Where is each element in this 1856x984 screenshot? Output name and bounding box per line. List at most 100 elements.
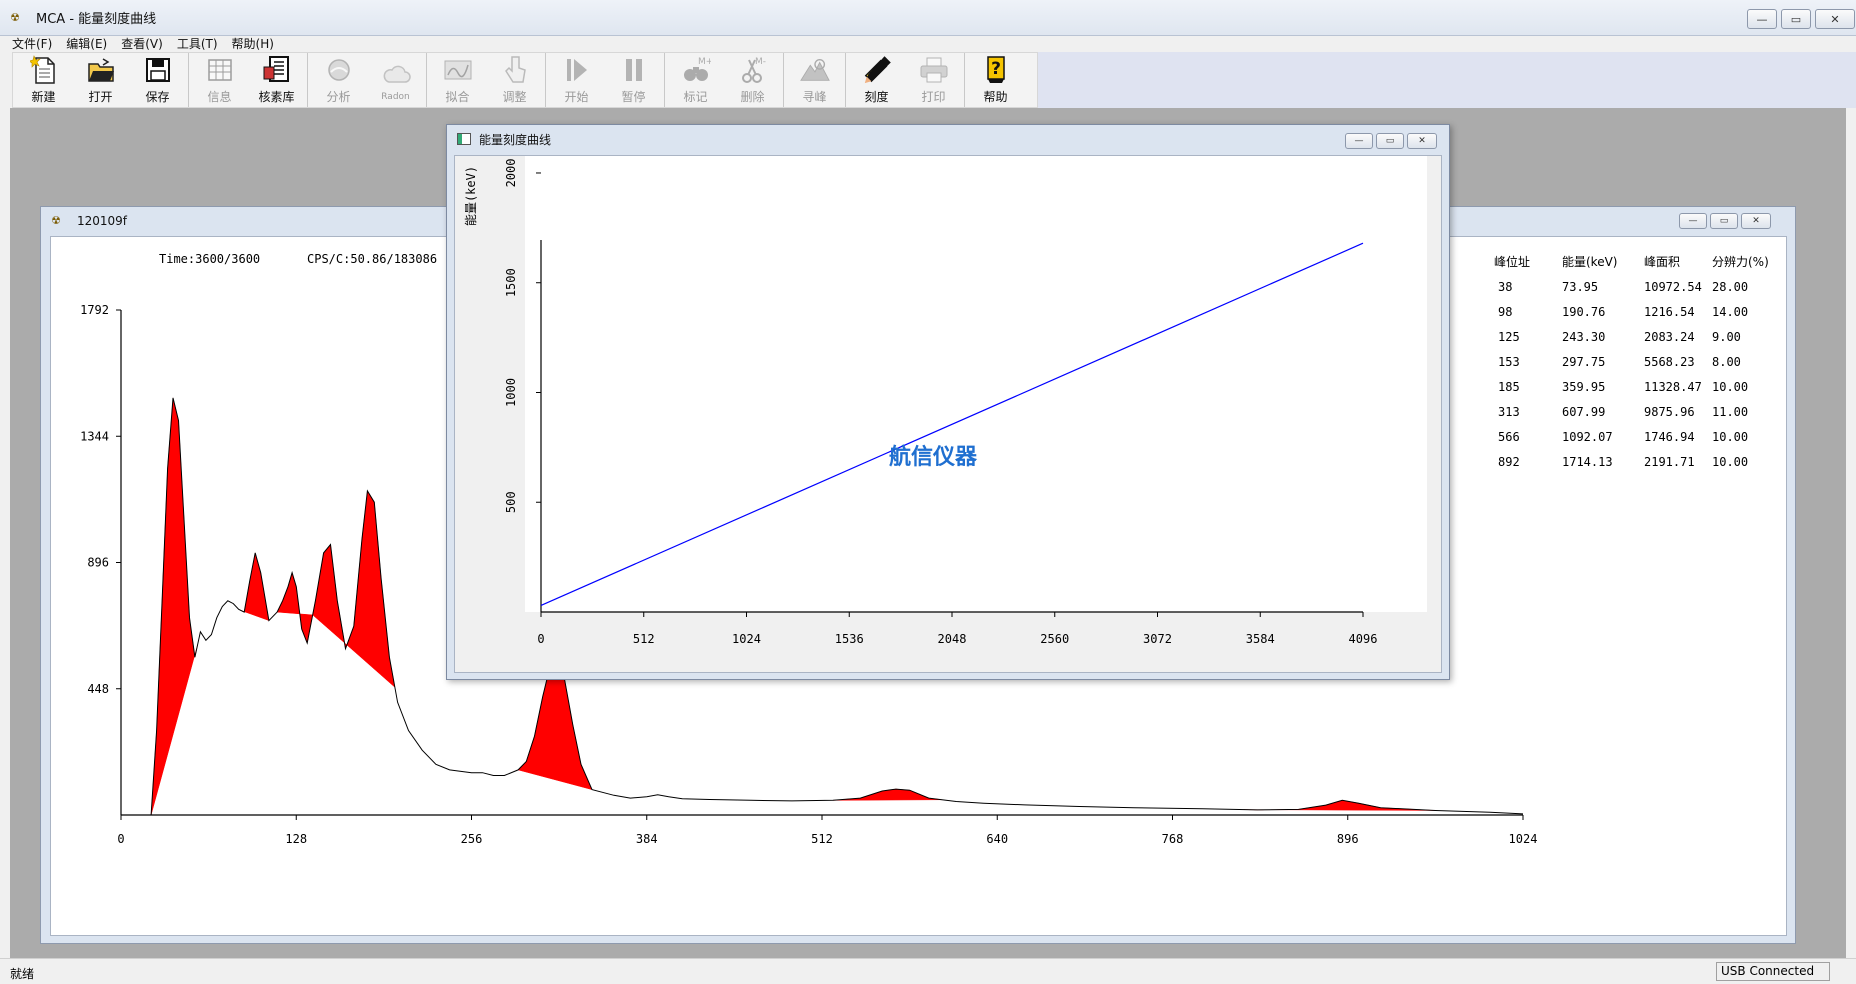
calib-x-tick-label: 0 — [537, 632, 544, 646]
table-row[interactable]: 38 73.95 10972.54 28.00 — [1494, 274, 1782, 299]
cell-energy: 190.76 — [1562, 304, 1606, 319]
toolbar: 新建 打开 保存 信息 核素库 分析 Radon 拟合 调整 开始 暂停 M+ … — [12, 52, 1038, 108]
table-row[interactable]: 98 190.76 1216.54 14.00 — [1494, 299, 1782, 324]
cell-area: 5568.23 — [1644, 354, 1695, 369]
peak-region-5 — [346, 490, 396, 688]
maximize-button[interactable]: ▭ — [1781, 9, 1811, 29]
status-bar: 就绪 USB Connected — [0, 958, 1856, 984]
cell-area: 2083.24 — [1644, 329, 1695, 344]
fit-button[interactable]: 拟合 — [429, 53, 486, 107]
title-bar: ☢ MCA - 能量刻度曲线 — ▭ ✕ — [0, 0, 1856, 36]
table-row[interactable]: 125 243.30 2083.24 9.00 — [1494, 324, 1782, 349]
menu-tools[interactable]: 工具(T) — [177, 36, 218, 52]
calib-x-tick-label: 2560 — [1040, 632, 1069, 646]
adjust-hand-icon — [500, 55, 530, 85]
dialog-maximize-button[interactable]: ▭ — [1376, 133, 1404, 149]
header-channel: 峰位址 — [1494, 255, 1531, 269]
help-question-icon: ? — [981, 55, 1011, 85]
mark-label: 标记 — [683, 90, 708, 104]
print-button[interactable]: 打印 — [905, 53, 962, 107]
minimize-button[interactable]: — — [1747, 9, 1777, 29]
pause-label: 暂停 — [621, 90, 646, 104]
cell-resolution: 11.00 — [1712, 404, 1749, 419]
start-label: 开始 — [564, 90, 589, 104]
table-row[interactable]: 566 1092.07 1746.94 10.00 — [1494, 424, 1782, 449]
find-peak-label: 寻峰 — [802, 90, 827, 104]
calibration-dialog-title: 能量刻度曲线 — [479, 132, 552, 147]
find-peak-button[interactable]: 寻峰 — [786, 53, 843, 107]
dialog-close-button[interactable]: ✕ — [1407, 133, 1437, 149]
table-row[interactable]: 892 1714.13 2191.71 10.00 — [1494, 449, 1782, 474]
header-resolution: 分辨力(%) — [1712, 255, 1769, 269]
window-controls: — ▭ ✕ — [1747, 9, 1855, 29]
help-button[interactable]: ? 帮助 — [967, 53, 1024, 107]
cell-energy: 607.99 — [1562, 404, 1606, 419]
fit-icon — [443, 55, 473, 85]
x-tick-label: 1024 — [1509, 832, 1538, 846]
y-tick-label: 1344 — [80, 429, 109, 443]
dialog-minimize-button[interactable]: — — [1345, 133, 1373, 149]
cell-energy: 1092.07 — [1562, 429, 1613, 444]
menu-help[interactable]: 帮助(H) — [232, 36, 274, 52]
delete-button[interactable]: M- 删除 — [724, 53, 781, 107]
calib-x-tick-label: 3072 — [1143, 632, 1172, 646]
table-row[interactable]: 313 607.99 9875.96 11.00 — [1494, 399, 1782, 424]
toolbar-group-fit: 拟合 调整 — [427, 53, 546, 107]
nuclide-library-button[interactable]: 核素库 — [248, 53, 305, 107]
pause-icon — [619, 55, 649, 85]
close-button[interactable]: ✕ — [1815, 9, 1855, 29]
open-button[interactable]: 打开 — [72, 53, 129, 107]
new-file-icon — [29, 55, 59, 85]
cell-resolution: 8.00 — [1712, 354, 1741, 369]
new-label: 新建 — [31, 90, 56, 104]
radon-button[interactable]: Radon — [367, 53, 424, 107]
menu-view[interactable]: 查看(V) — [121, 36, 163, 52]
delete-scissors-icon: M- — [738, 55, 768, 85]
dialog-window-controls: — ▭ ✕ — [1345, 133, 1437, 149]
watermark-text: 航信仪器 — [889, 444, 978, 470]
delete-icon-text: M- — [755, 57, 766, 67]
spectrum-minimize-button[interactable]: — — [1679, 213, 1707, 229]
calibrate-label: 刻度 — [864, 90, 889, 104]
play-icon — [562, 55, 592, 85]
find-peak-mountain-icon — [799, 55, 830, 85]
cell-resolution: 10.00 — [1712, 454, 1749, 469]
adjust-label: 调整 — [502, 90, 527, 104]
menu-file[interactable]: 文件(F) — [12, 36, 52, 52]
analyze-button[interactable]: 分析 — [310, 53, 367, 107]
mark-button[interactable]: M+ 标记 — [667, 53, 724, 107]
calibrate-pencil-ruler-icon — [862, 55, 892, 85]
calib-x-tick-label: 1024 — [732, 632, 761, 646]
spectrum-close-button[interactable]: ✕ — [1741, 213, 1771, 229]
adjust-button[interactable]: 调整 — [486, 53, 543, 107]
pause-button[interactable]: 暂停 — [605, 53, 662, 107]
calib-x-tick-label: 1536 — [835, 632, 864, 646]
spectrum-maximize-button[interactable]: ▭ — [1710, 213, 1738, 229]
table-row[interactable]: 153 297.75 5568.23 8.00 — [1494, 349, 1782, 374]
cell-energy: 73.95 — [1562, 279, 1599, 294]
cell-resolution: 10.00 — [1712, 379, 1749, 394]
info-table-icon — [205, 55, 235, 85]
peak-region-4 — [312, 543, 348, 650]
calib-x-tick-label: 2048 — [938, 632, 967, 646]
menu-bar: 文件(F) 编辑(E) 查看(V) 工具(T) 帮助(H) — [0, 36, 1856, 52]
save-button[interactable]: 保存 — [129, 53, 186, 107]
cell-area: 11328.47 — [1644, 379, 1702, 394]
calibrate-button[interactable]: 刻度 — [848, 53, 905, 107]
peak-table: 峰位址 能量(keV) 峰面积 分辨力(%) 38 73.95 10972.54… — [1494, 249, 1782, 474]
new-button[interactable]: 新建 — [15, 53, 72, 107]
cell-channel: 125 — [1498, 329, 1520, 344]
printer-icon — [919, 55, 949, 85]
fit-label: 拟合 — [445, 90, 470, 104]
peak-table-header: 峰位址 能量(keV) 峰面积 分辨力(%) — [1494, 249, 1782, 274]
spectrum-window-controls: — ▭ ✕ — [1679, 213, 1771, 229]
start-button[interactable]: 开始 — [548, 53, 605, 107]
info-button[interactable]: 信息 — [191, 53, 248, 107]
table-row[interactable]: 185 359.95 11328.47 10.00 — [1494, 374, 1782, 399]
calibration-dialog-title-bar[interactable]: 能量刻度曲线 — [447, 125, 1449, 153]
radon-cloud-icon — [381, 59, 411, 89]
calibration-chart[interactable]: 0 512 1024 1536 2048 2560 3072 3584 4096 500 1000 1… — [455, 156, 1443, 674]
menu-edit[interactable]: 编辑(E) — [66, 36, 107, 52]
peak-region-6 — [517, 662, 593, 790]
x-tick-label: 896 — [1337, 832, 1359, 846]
